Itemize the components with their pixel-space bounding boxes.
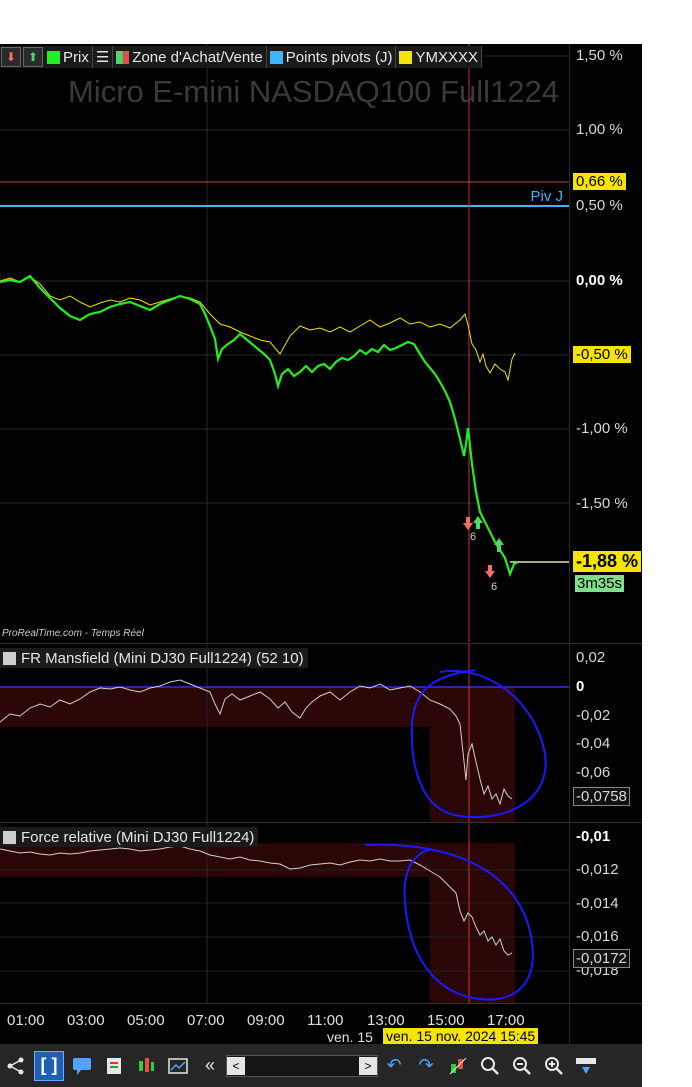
legend-ym-label: YMXXXX: [415, 48, 478, 66]
y-tick: -0,012: [576, 861, 619, 878]
y-tick: 1,00 %: [576, 121, 623, 138]
ym-swatch: [399, 50, 413, 64]
y-tick: -0,02: [576, 707, 611, 724]
report-icon[interactable]: [100, 1052, 128, 1080]
rs-zone: [0, 843, 430, 877]
legend-item-price[interactable]: Prix: [44, 46, 93, 68]
mansfield-legend[interactable]: FR Mansfield (Mini DJ30 Full1224) (52 10…: [0, 648, 308, 668]
axis-corner: [569, 1003, 642, 1045]
x-tick: 07:00: [187, 1012, 225, 1029]
last-price-tag: -1,88 %: [573, 551, 642, 572]
x-tick: 09:00: [247, 1012, 285, 1029]
time-axis[interactable]: 01:00 03:00 05:00 07:00 09:00 11:00 13:0…: [0, 1003, 569, 1045]
legend-zone-label: Zone d'Achat/Vente: [132, 48, 263, 66]
mansfield-zone: [0, 687, 430, 727]
footer-credit: ProRealTime.com - Temps Réel: [2, 628, 144, 639]
price-y-axis[interactable]: 1,50 % 1,00 % 0,66 % 0,50 % 0,00 % -0,50…: [569, 44, 642, 642]
price-swatch: [47, 50, 60, 64]
rs-swatch: [3, 830, 16, 844]
y-tick: -0,06: [576, 764, 611, 781]
buy-arrow-icon-2: [494, 538, 504, 552]
day-label: ven. 15: [327, 1029, 373, 1045]
ym-last-tag: -0,50 %: [573, 346, 631, 363]
y-tick: 0,02: [576, 649, 606, 666]
zoom-in-icon[interactable]: [540, 1052, 568, 1080]
mansfield-last-value: -0,0758: [573, 787, 630, 806]
mansfield-chart: [0, 644, 569, 822]
y-tick: -0,04: [576, 735, 611, 752]
legend-price-label: Prix: [63, 48, 89, 66]
undo-icon[interactable]: ↶: [380, 1052, 408, 1080]
rs-zone-right: [430, 843, 515, 1003]
chart-window-icon[interactable]: [164, 1052, 192, 1080]
price-chart: [0, 44, 569, 642]
price-panel[interactable]: ⬇ ⬆ Prix ☰ Zone d'Achat/Vente Points piv…: [0, 44, 569, 642]
ym-series-line: [0, 276, 516, 382]
signal-count-2: 6: [491, 581, 498, 593]
time-scrollbar[interactable]: < >: [226, 1054, 378, 1077]
rs-chart: [0, 823, 569, 1003]
mansfield-y-axis[interactable]: 0,02 0 -0,02 -0,04 -0,06 -0,0758: [569, 643, 642, 822]
pivot-swatch: [269, 50, 283, 64]
zoom-fit-icon[interactable]: [476, 1052, 504, 1080]
comment-icon[interactable]: [68, 1052, 96, 1080]
x-tick: 11:00: [307, 1012, 344, 1029]
candles-icon[interactable]: [132, 1052, 160, 1080]
scroll-next-icon[interactable]: >: [359, 1056, 377, 1075]
order-tool-icon[interactable]: [444, 1052, 472, 1080]
download-icon[interactable]: ⬇: [1, 47, 21, 67]
buy-arrow-icon: [473, 516, 483, 529]
scroll-prev-icon[interactable]: <: [227, 1056, 245, 1075]
y-tick: -1,00 %: [576, 420, 628, 437]
price-series-line: [0, 274, 519, 578]
x-tick: 01:00: [7, 1012, 45, 1029]
y-tick: -0,014: [576, 895, 619, 912]
zoom-out-icon[interactable]: [508, 1052, 536, 1080]
pivot-label: Piv J: [530, 188, 563, 205]
list-icon[interactable]: ☰: [93, 46, 114, 68]
panel-settings-icon[interactable]: [572, 1052, 600, 1080]
price-legend: ⬇ ⬆ Prix ☰ Zone d'Achat/Vente Points piv…: [0, 46, 482, 68]
sell-arrow-icon-2: [485, 565, 495, 578]
y-tick-zero: 0: [576, 678, 585, 695]
zone-swatch: [116, 50, 130, 64]
mansfield-panel[interactable]: FR Mansfield (Mini DJ30 Full1224) (52 10…: [0, 643, 569, 822]
legend-item-ym[interactable]: YMXXXX: [396, 46, 482, 68]
y-tick: -1,50 %: [576, 495, 628, 512]
upload-icon[interactable]: ⬆: [23, 47, 43, 67]
rs-y-axis[interactable]: -0,01 -0,012 -0,014 -0,016 -0,018 -0,017…: [569, 822, 642, 1003]
share-icon[interactable]: [2, 1052, 30, 1080]
x-tick: 13:00: [367, 1012, 405, 1029]
signal-count-1: 6: [470, 531, 477, 543]
y-tick: -0,016: [576, 928, 619, 945]
x-tick: 15:00: [427, 1012, 465, 1029]
mansfield-zone-right: [430, 687, 515, 822]
legend-item-zone[interactable]: Zone d'Achat/Vente: [113, 46, 267, 68]
bracket-tool-icon[interactable]: [ ]: [34, 1050, 64, 1081]
sell-arrow-icon: [463, 517, 473, 530]
cursor-time-tag: ven. 15 nov. 2024 15:45: [383, 1028, 539, 1044]
countdown-badge: 3m35s: [575, 575, 625, 592]
x-tick: 05:00: [127, 1012, 165, 1029]
x-tick: 03:00: [67, 1012, 105, 1029]
x-tick: 17:00: [487, 1012, 525, 1029]
mansfield-swatch: [3, 651, 16, 665]
rs-legend[interactable]: Force relative (Mini DJ30 Full1224): [0, 827, 259, 847]
y-tick-zero: 0,00 %: [576, 272, 623, 289]
legend-pivots-label: Points pivots (J): [285, 48, 393, 66]
mansfield-title: FR Mansfield (Mini DJ30 Full1224) (52 10…: [21, 649, 304, 667]
y-tick: 0,50 %: [576, 197, 623, 214]
scroll-left-button[interactable]: «: [196, 1052, 224, 1080]
rs-title: Force relative (Mini DJ30 Full1224): [21, 828, 255, 846]
pivot-level-tag: 0,66 %: [573, 173, 626, 190]
y-tick: -0,01: [576, 828, 611, 845]
rs-panel[interactable]: Force relative (Mini DJ30 Full1224): [0, 822, 569, 1003]
instrument-watermark: Micro E-mini NASDAQ100 Full1224: [67, 74, 559, 109]
rs-last-value: -0,0172: [573, 949, 630, 968]
chart-window: ⬇ ⬆ Prix ☰ Zone d'Achat/Vente Points piv…: [0, 44, 642, 1087]
y-tick: 1,50 %: [576, 47, 623, 64]
legend-item-pivots[interactable]: Points pivots (J): [267, 46, 397, 68]
redo-icon[interactable]: ↷: [412, 1052, 440, 1080]
bottom-toolbar: [ ] « < > ↶ ↷: [0, 1044, 642, 1087]
